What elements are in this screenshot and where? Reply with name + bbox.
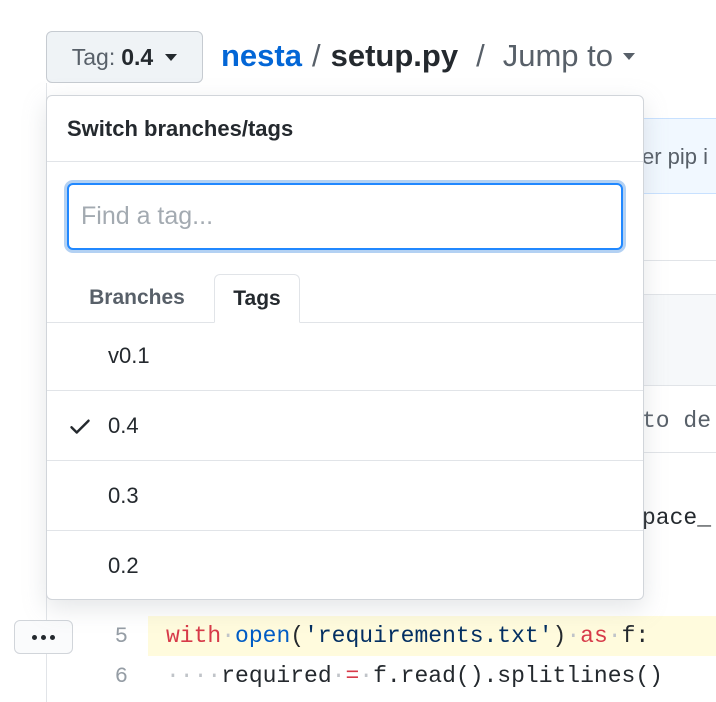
dot-icon (32, 634, 37, 640)
variable: required (221, 663, 332, 689)
divider (640, 452, 716, 453)
dropdown-tabs: Branches Tags (47, 274, 643, 323)
line-number[interactable]: 5 (98, 624, 128, 649)
indent-whitespace: ···· (166, 663, 222, 689)
tag-label: 0.4 (108, 412, 139, 438)
tag-selector-button[interactable]: Tag: 0.4 (46, 31, 203, 83)
tag-item-0-2[interactable]: 0.2 (47, 531, 643, 599)
code-rest: f: (621, 623, 650, 649)
dot-icon (50, 634, 55, 640)
tag-filter-input[interactable] (67, 183, 623, 250)
divider (640, 260, 716, 261)
operator: = (345, 663, 360, 689)
code-line: with·open('requirements.txt')·as·f: (166, 623, 650, 649)
dropdown-title: Switch branches/tags (47, 96, 643, 162)
banner-text: er pip i (642, 144, 709, 169)
breadcrumb-separator: / (311, 38, 321, 73)
jump-to-button[interactable]: Jump to (503, 38, 635, 74)
keyword: with (166, 623, 222, 649)
tab-tags[interactable]: Tags (214, 274, 300, 323)
code-rest: f.read().splitlines() (373, 663, 663, 689)
paren: ) (552, 623, 567, 649)
tag-item-0-4[interactable]: 0.4 (47, 391, 643, 461)
breadcrumb: nesta / setup.py / Jump to (221, 38, 635, 74)
branch-tag-dropdown: Switch branches/tags Branches Tags v0.1 … (46, 95, 644, 600)
file-header (640, 294, 716, 386)
code-fragment: pace_ (642, 505, 712, 531)
dot-icon (41, 634, 46, 640)
string-literal: 'requirements.txt' (304, 623, 553, 649)
tag-prefix: Tag: (71, 43, 116, 70)
breadcrumb-separator: / (476, 38, 485, 73)
paren: ( (290, 623, 305, 649)
tag-label: 0.3 (108, 482, 139, 508)
code-line: ····required·=·f.read().splitlines() (166, 663, 663, 689)
repo-link[interactable]: nesta (221, 38, 302, 74)
caret-down-icon (622, 52, 635, 60)
tag-label: 0.2 (108, 553, 139, 578)
tag-item-0-3[interactable]: 0.3 (47, 461, 643, 531)
tag-item-v0-1[interactable]: v0.1 (47, 321, 643, 391)
tag-list: v0.1 0.4 0.3 0.2 (47, 321, 643, 599)
tag-label: v0.1 (108, 342, 150, 368)
tab-branches[interactable]: Branches (67, 274, 207, 322)
caret-down-icon (165, 53, 178, 61)
file-name: setup.py (330, 38, 459, 73)
line-number[interactable]: 6 (98, 664, 128, 689)
line-actions-button[interactable] (14, 620, 73, 654)
function-name: open (235, 623, 291, 649)
check-icon (70, 419, 90, 434)
keyword: as (580, 623, 608, 649)
tag-value: 0.4 (121, 43, 154, 70)
jump-to-label: Jump to (502, 38, 613, 73)
commit-message-text: to de (642, 408, 712, 434)
